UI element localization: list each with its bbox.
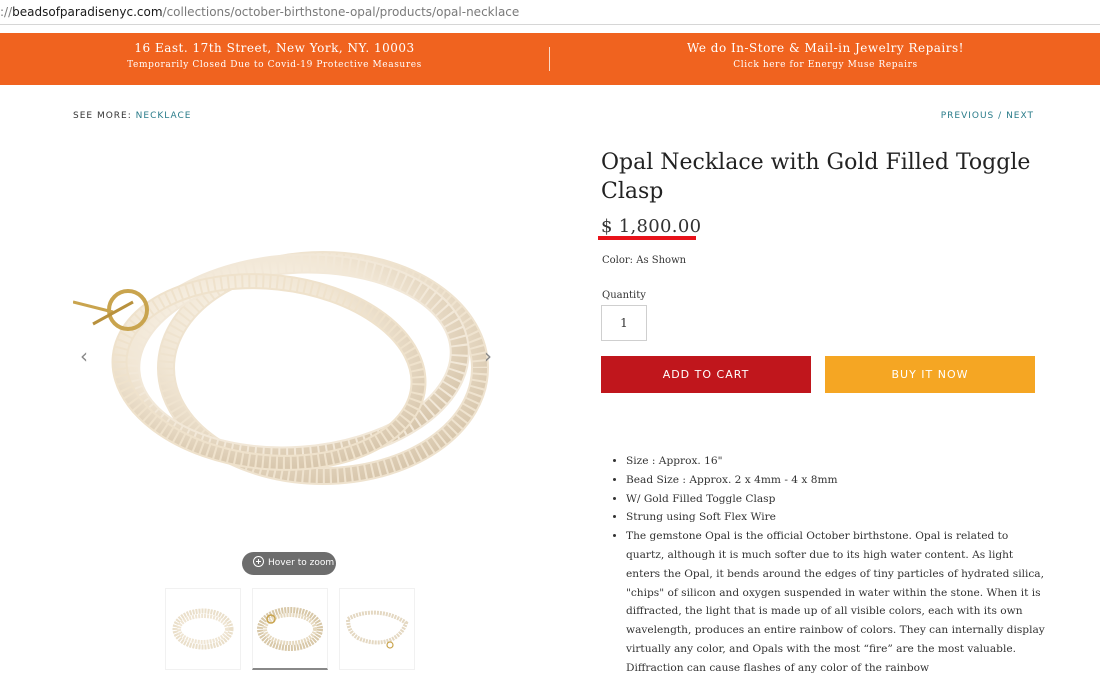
url-domain: beadsofparadisenyc.com [12, 5, 163, 19]
closure-notice: Temporarily Closed Due to Covid-19 Prote… [127, 60, 422, 70]
see-more-label: SEE MORE: [73, 111, 132, 121]
previous-link[interactable]: PREVIOUS [941, 111, 995, 121]
thumbnail-3[interactable] [339, 588, 415, 670]
product-title: Opal Necklace with Gold Filled Toggle Cl… [601, 150, 1031, 204]
repairs-link[interactable]: Click here for Energy Muse Repairs [551, 60, 1100, 70]
store-address-block: 16 East. 17th Street, New York, NY. 1000… [0, 33, 549, 85]
hover-to-zoom-hint: Hover to zoom [242, 552, 336, 575]
repairs-headline: We do In-Store & Mail-in Jewelry Repairs… [687, 41, 964, 55]
announcement-divider [549, 47, 550, 71]
thumbnail-3-image [345, 610, 409, 649]
thumbnail-2-image [257, 607, 323, 651]
product-main-image[interactable] [73, 220, 493, 495]
description-item-wire: Strung using Soft Flex Wire [626, 508, 1046, 527]
description-item-bead-size: Bead Size : Approx. 2 x 4mm - 4 x 8mm [626, 471, 1046, 490]
price-highlight-underline [598, 236, 696, 240]
url-path: /collections/october-birthstone-opal/pro… [162, 5, 520, 19]
thumbnail-1-image [172, 608, 234, 650]
announcement-bar: 16 East. 17th Street, New York, NY. 1000… [0, 33, 1100, 85]
color-value: As Shown [636, 255, 687, 266]
description-item-clasp: W/ Gold Filled Toggle Clasp [626, 490, 1046, 509]
color-option: Color: As Shown [602, 255, 686, 266]
quantity-input[interactable] [601, 305, 647, 341]
repairs-block[interactable]: We do In-Store & Mail-in Jewelry Repairs… [551, 33, 1100, 85]
previous-image-arrow[interactable]: ‹ [80, 345, 94, 367]
necklace-link[interactable]: NECKLACE [136, 111, 192, 121]
add-to-cart-button[interactable]: ADD TO CART [601, 356, 811, 393]
quantity-label: Quantity [602, 290, 646, 301]
description-item-size: Size : Approx. 16" [626, 452, 1046, 471]
thumbnail-1[interactable] [165, 588, 241, 670]
url-scheme: :// [0, 5, 13, 19]
buy-it-now-button[interactable]: BUY IT NOW [825, 356, 1035, 393]
thumbnail-2[interactable] [252, 588, 328, 670]
description-item-opal-info: The gemstone Opal is the official Octobe… [626, 527, 1046, 677]
zoom-in-icon [253, 556, 264, 567]
thumbnail-strip [165, 588, 415, 674]
prev-next-nav: PREVIOUS / NEXT [941, 111, 1034, 121]
zoom-hint-label: Hover to zoom [268, 558, 335, 568]
store-address: 16 East. 17th Street, New York, NY. 1000… [134, 41, 415, 55]
next-image-arrow[interactable]: › [484, 345, 498, 367]
product-price: $ 1,800.00 [601, 216, 702, 237]
address-bar[interactable]: ://beadsofparadisenyc.com/collections/oc… [0, 0, 1100, 25]
color-label: Color: [602, 255, 634, 266]
next-link[interactable]: NEXT [1006, 111, 1034, 121]
product-description-list: Size : Approx. 16" Bead Size : Approx. 2… [609, 452, 1046, 678]
see-more-breadcrumb: SEE MORE: NECKLACE [73, 111, 191, 121]
prev-next-separator: / [998, 111, 1003, 121]
